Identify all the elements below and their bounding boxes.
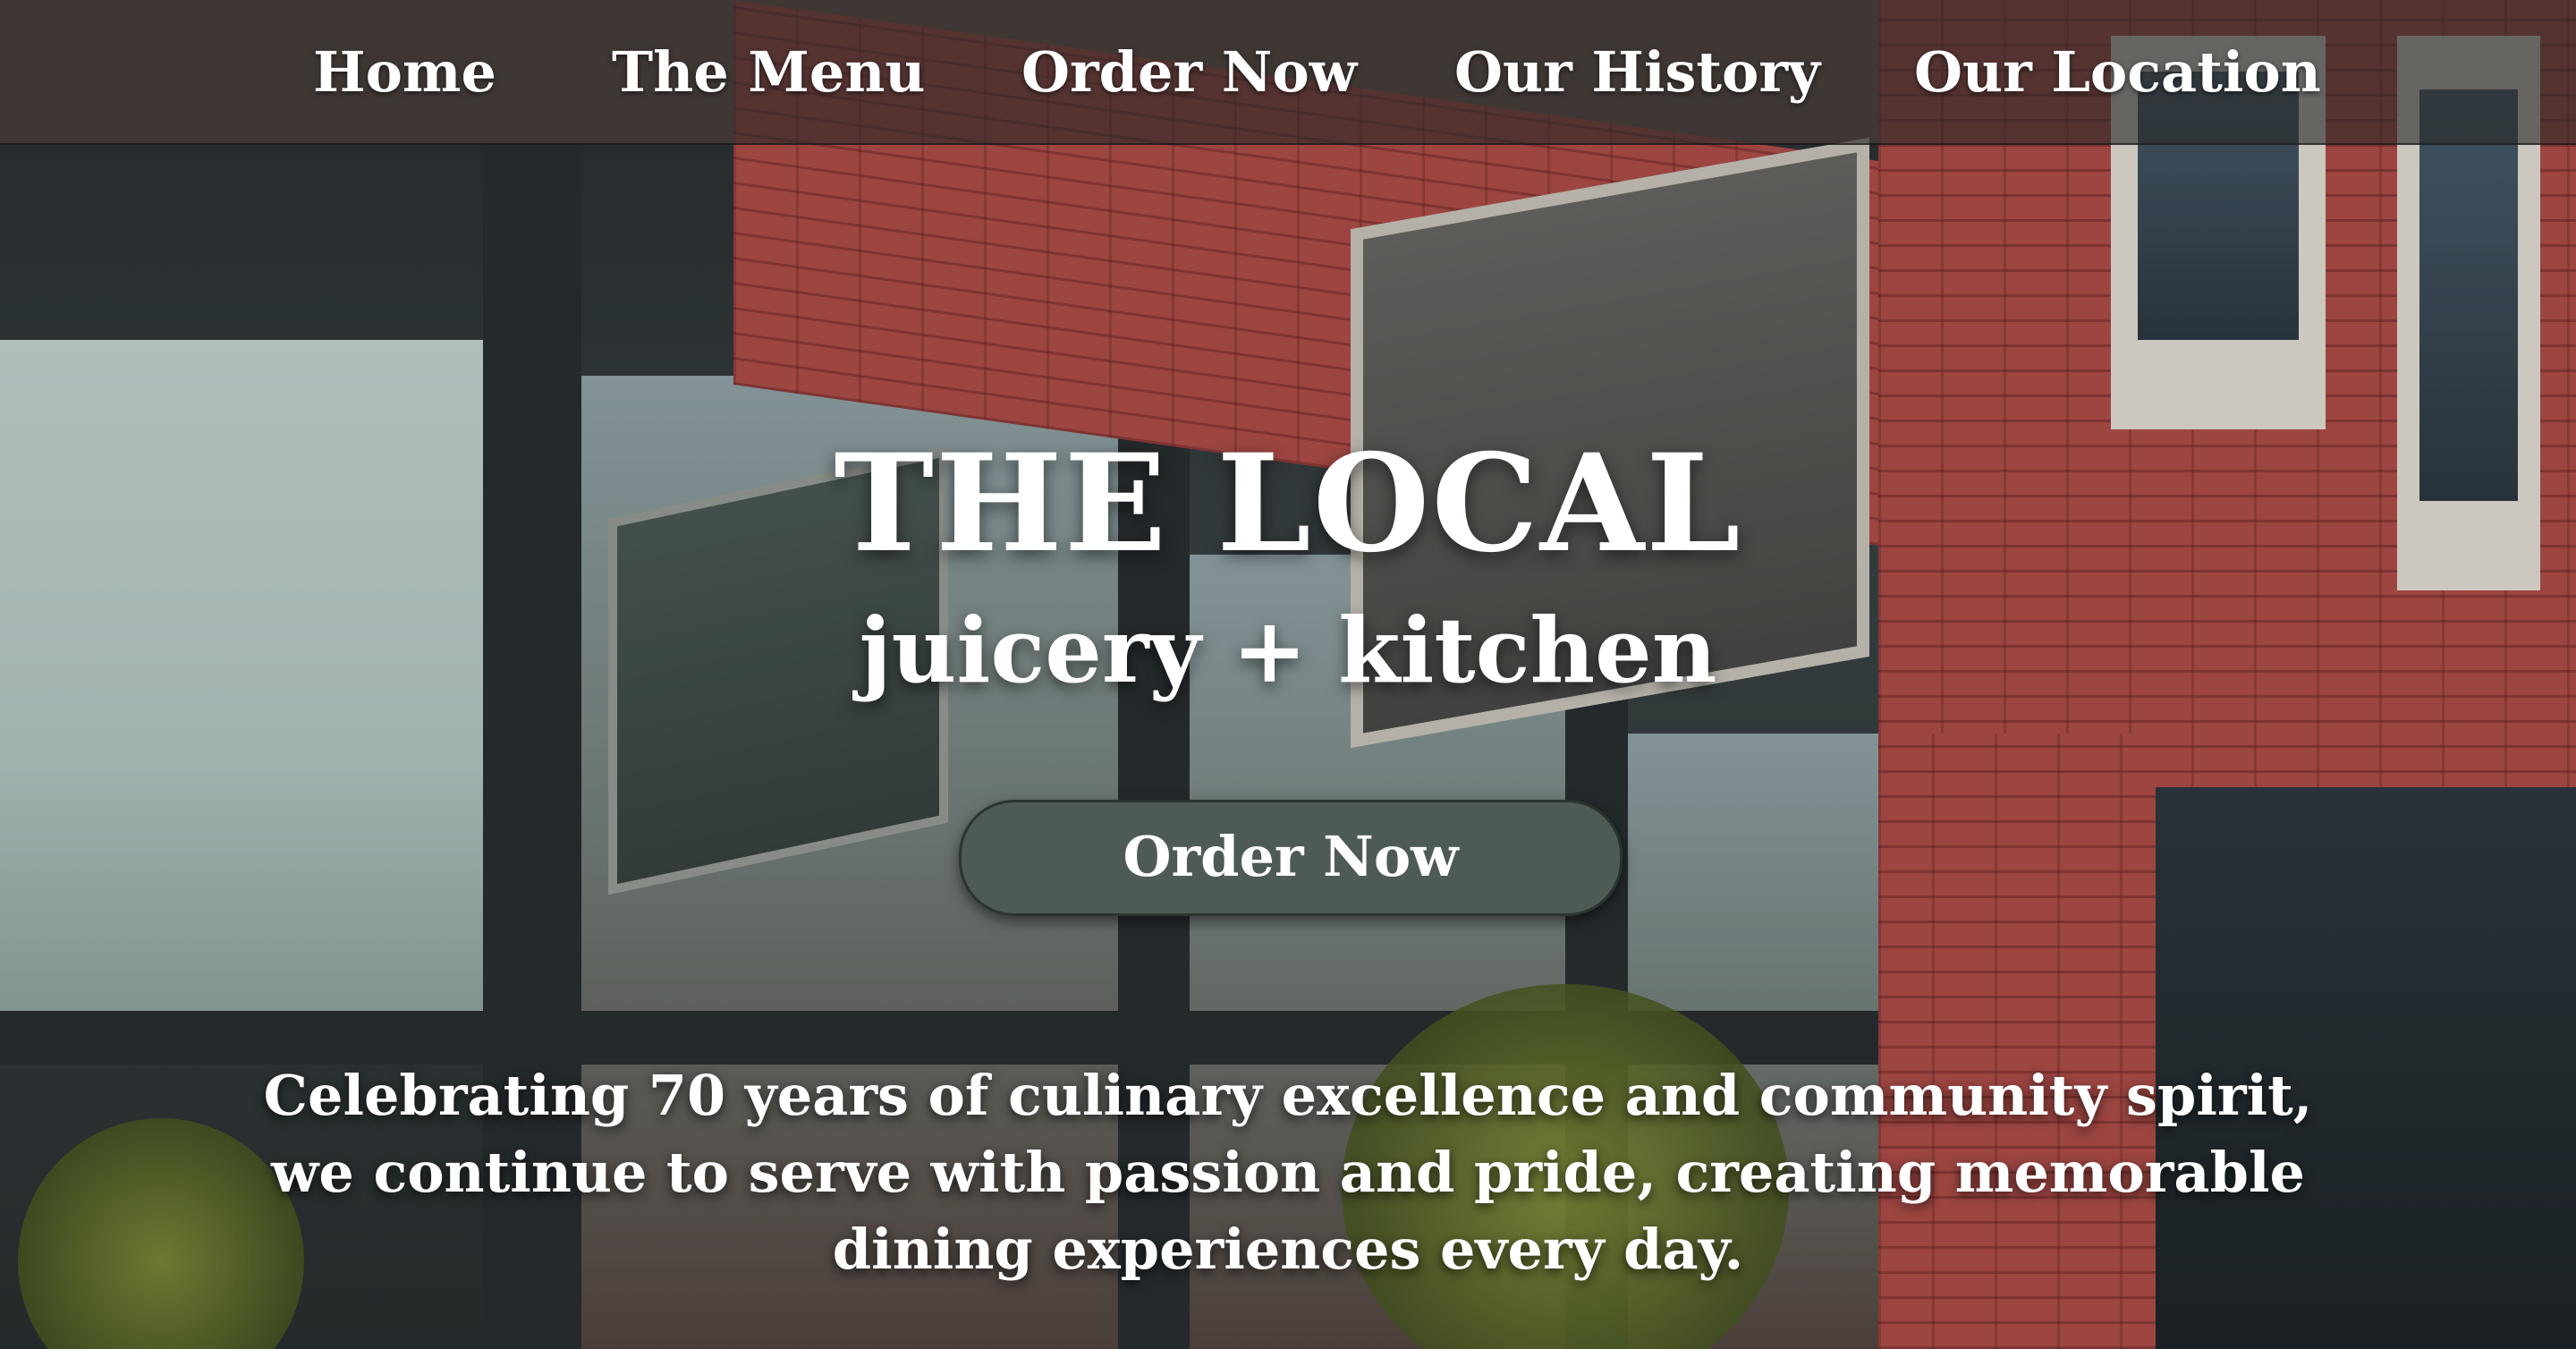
top-navigation: Home The Menu Order Now Our History Our … <box>0 0 2576 145</box>
order-now-button[interactable]: Order Now <box>959 800 1623 916</box>
nav-link-our-location[interactable]: Our Location <box>1914 39 2321 105</box>
nav-link-our-history[interactable]: Our History <box>1454 39 1820 105</box>
hero-title: THE LOCAL <box>834 425 1742 582</box>
nav-link-order-now[interactable]: Order Now <box>1021 39 1357 105</box>
hero-tagline: Celebrating 70 years of culinary excelle… <box>263 1063 2313 1282</box>
nav-link-the-menu[interactable]: The Menu <box>612 39 925 105</box>
nav-link-home[interactable]: Home <box>313 39 496 105</box>
hero-subtitle: juicery + kitchen <box>859 598 1717 703</box>
